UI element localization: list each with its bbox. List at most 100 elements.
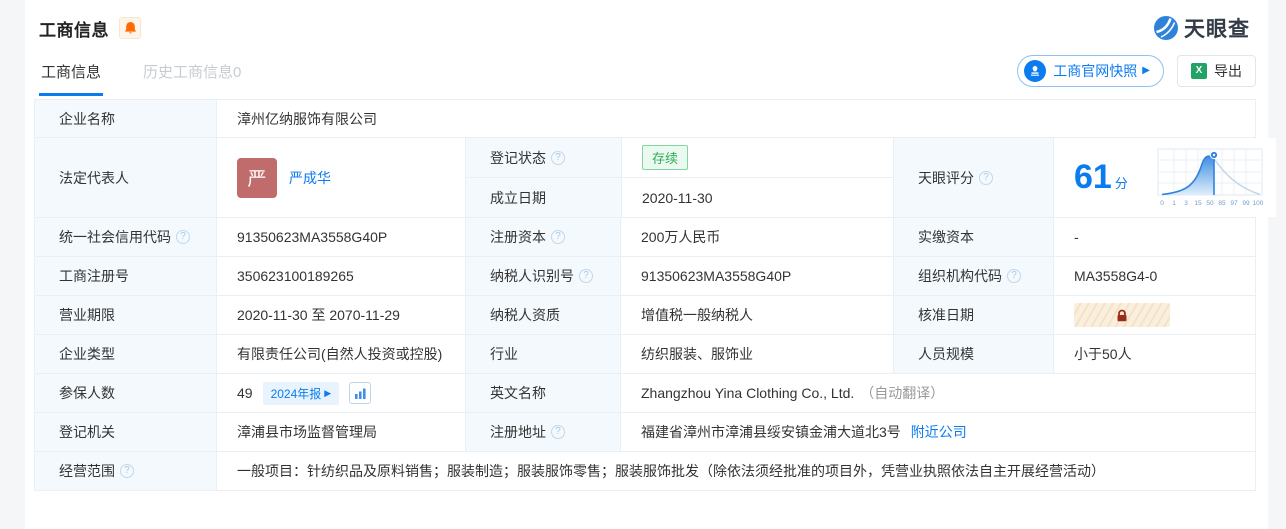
paid-capital-value: - bbox=[1053, 218, 1255, 256]
approval-date-value bbox=[1053, 296, 1255, 334]
legal-rep-label: 法定代表人 bbox=[35, 138, 216, 217]
org-code-value: MA3558G4-0 bbox=[1053, 257, 1255, 295]
reg-address-value: 福建省漳州市漳浦县绥安镇金浦大道北3号 附近公司 bbox=[620, 413, 1255, 451]
help-icon[interactable]: ? bbox=[551, 150, 565, 165]
reg-authority-label: 登记机关 bbox=[35, 413, 216, 451]
reg-capital-label: 注册资本? bbox=[465, 218, 620, 256]
svg-text:97: 97 bbox=[1230, 200, 1238, 207]
staff-size-label: 人员规模 bbox=[893, 335, 1053, 373]
company-name-value: 漳州亿纳服饰有限公司 bbox=[216, 100, 1255, 137]
score-label: 天眼评分? bbox=[893, 138, 1053, 217]
taxpayer-id-label: 纳税人识别号? bbox=[465, 257, 620, 295]
tab-business-info[interactable]: 工商信息 bbox=[39, 53, 104, 96]
page-title: 工商信息 bbox=[39, 20, 109, 40]
trend-chart-button[interactable] bbox=[349, 382, 372, 404]
reg-capital-value: 200万人民币 bbox=[620, 218, 893, 256]
help-icon[interactable]: ? bbox=[579, 269, 593, 283]
reg-status-value: 存续 bbox=[621, 138, 893, 177]
reg-number-value: 350623100189265 bbox=[216, 257, 465, 295]
table-row: 登记机关 漳浦县市场监督管理局 注册地址? 福建省漳州市漳浦县绥安镇金浦大道北3… bbox=[35, 412, 1255, 451]
tianyancha-logo: 天眼查 bbox=[1153, 13, 1250, 43]
score-axis-labels: 0 1 3 15 50 85 97 99 100 bbox=[1160, 200, 1264, 207]
legal-rep-avatar[interactable]: 严 bbox=[237, 157, 277, 198]
paid-capital-label: 实缴资本 bbox=[893, 218, 1053, 256]
annual-report-label: 2024年报 bbox=[270, 386, 322, 401]
table-row: 经营范围? 一般项目：针纺织品及原料销售；服装制造；服装服饰零售；服装服饰批发（… bbox=[35, 451, 1255, 490]
table-row: 营业期限 2020-11-30 至 2070-11-29 纳税人资质 增值税一般… bbox=[35, 295, 1255, 334]
tabs-row: 工商信息 历史工商信息0 工商官网快照 ▶ X 导出 bbox=[30, 53, 1256, 96]
svg-text:100: 100 bbox=[1252, 200, 1263, 207]
status-date-group: 登记状态? 存续 成立日期 2020-11-30 bbox=[465, 138, 893, 217]
industry-value: 纺织服装、服饰业 bbox=[620, 335, 893, 373]
business-scope-label: 经营范围? bbox=[35, 452, 216, 490]
legal-rep-value: 严 严成华 bbox=[216, 138, 465, 217]
taxpayer-quality-label: 纳税人资质 bbox=[465, 296, 620, 334]
business-term-label: 营业期限 bbox=[35, 296, 216, 334]
approval-date-label: 核准日期 bbox=[893, 296, 1053, 334]
svg-text:50: 50 bbox=[1206, 200, 1214, 207]
locked-value[interactable] bbox=[1074, 303, 1170, 327]
org-code-label: 组织机构代码? bbox=[893, 257, 1053, 295]
tab-history-business-info[interactable]: 历史工商信息0 bbox=[141, 53, 243, 96]
header-actions: 工商官网快照 ▶ X 导出 bbox=[1017, 54, 1256, 95]
help-icon[interactable]: ? bbox=[551, 425, 565, 439]
status-badge: 存续 bbox=[642, 145, 689, 170]
export-button[interactable]: X 导出 bbox=[1177, 54, 1256, 87]
establish-date-label: 成立日期 bbox=[466, 178, 621, 217]
export-label: 导出 bbox=[1214, 62, 1242, 79]
insured-count-value: 49 2024年报 ▶ bbox=[216, 374, 465, 412]
nearby-companies-link[interactable]: 附近公司 bbox=[911, 422, 967, 442]
svg-text:99: 99 bbox=[1242, 200, 1250, 207]
industry-label: 行业 bbox=[465, 335, 620, 373]
reg-address-text: 福建省漳州市漳浦县绥安镇金浦大道北3号 bbox=[641, 424, 901, 440]
credit-code-value: 91350623MA3558G40P bbox=[216, 218, 465, 256]
reg-status-label: 登记状态? bbox=[466, 138, 621, 177]
table-row: 统一社会信用代码? 91350623MA3558G40P 注册资本? 200万人… bbox=[35, 217, 1255, 256]
company-type-value: 有限责任公司(自然人投资或控股) bbox=[216, 335, 465, 373]
business-scope-value: 一般项目：针纺织品及原料销售；服装制造；服装服饰零售；服装服饰批发（除依法须经批… bbox=[216, 452, 1255, 490]
business-info-table: 企业名称 漳州亿纳服饰有限公司 法定代表人 严 严成华 登记状态? 存续 成立日… bbox=[34, 99, 1276, 491]
table-row: 企业类型 有限责任公司(自然人投资或控股) 行业 纺织服装、服饰业 人员规模 小… bbox=[35, 334, 1255, 373]
help-icon[interactable]: ? bbox=[176, 230, 190, 244]
insured-count-label: 参保人数 bbox=[35, 374, 216, 412]
staff-size-value: 小于50人 bbox=[1053, 335, 1255, 373]
reg-authority-value: 漳浦县市场监督管理局 bbox=[216, 413, 465, 451]
help-icon[interactable]: ? bbox=[979, 170, 993, 185]
svg-text:15: 15 bbox=[1194, 200, 1202, 207]
company-type-label: 企业类型 bbox=[35, 335, 216, 373]
table-row: 法定代表人 严 严成华 登记状态? 存续 成立日期 2020-11-30 天眼评… bbox=[35, 137, 1276, 217]
arrow-right-icon: ▶ bbox=[1142, 65, 1150, 76]
taxpayer-quality-value: 增值税一般纳税人 bbox=[620, 296, 893, 334]
table-row: 企业名称 漳州亿纳服饰有限公司 bbox=[35, 100, 1255, 137]
english-name-text: Zhangzhou Yina Clothing Co., Ltd. bbox=[641, 385, 855, 401]
svg-text:85: 85 bbox=[1218, 200, 1226, 207]
tianyancha-logo-icon bbox=[1154, 16, 1178, 40]
official-snapshot-button[interactable]: 工商官网快照 ▶ bbox=[1017, 54, 1164, 87]
help-icon[interactable]: ? bbox=[551, 230, 565, 244]
table-row: 成立日期 2020-11-30 bbox=[466, 177, 893, 217]
english-name-value: Zhangzhou Yina Clothing Co., Ltd. （自动翻译） bbox=[620, 374, 1255, 412]
score-number: 61 bbox=[1074, 158, 1112, 196]
score-value: 61 分 0 1 3 15 50 85 97 99 100 bbox=[1053, 138, 1276, 217]
svg-text:0: 0 bbox=[1160, 200, 1164, 207]
svg-text:3: 3 bbox=[1184, 200, 1188, 207]
annual-report-tag[interactable]: 2024年报 ▶ bbox=[262, 381, 340, 405]
snapshot-label: 工商官网快照 bbox=[1053, 62, 1138, 79]
english-name-label: 英文名称 bbox=[465, 374, 620, 412]
taxpayer-id-value: 91350623MA3558G40P bbox=[620, 257, 893, 295]
table-row: 登记状态? 存续 bbox=[466, 138, 893, 177]
bell-glyph bbox=[124, 22, 136, 34]
establish-date-value: 2020-11-30 bbox=[621, 178, 893, 217]
legal-rep-name-link[interactable]: 严成华 bbox=[289, 168, 331, 188]
help-icon[interactable]: ? bbox=[120, 464, 134, 478]
svg-text:1: 1 bbox=[1172, 200, 1176, 207]
business-term-value: 2020-11-30 至 2070-11-29 bbox=[216, 296, 465, 334]
bar-chart-icon bbox=[354, 388, 366, 399]
header: 工商信息 天眼查 bbox=[30, 0, 1256, 43]
help-icon[interactable]: ? bbox=[1007, 269, 1021, 283]
lock-icon bbox=[1117, 309, 1127, 321]
reg-address-label: 注册地址? bbox=[465, 413, 620, 451]
bell-icon[interactable] bbox=[119, 17, 141, 39]
score-distribution-chart[interactable]: 0 1 3 15 50 85 97 99 100 bbox=[1154, 145, 1268, 211]
score-unit: 分 bbox=[1114, 176, 1128, 191]
